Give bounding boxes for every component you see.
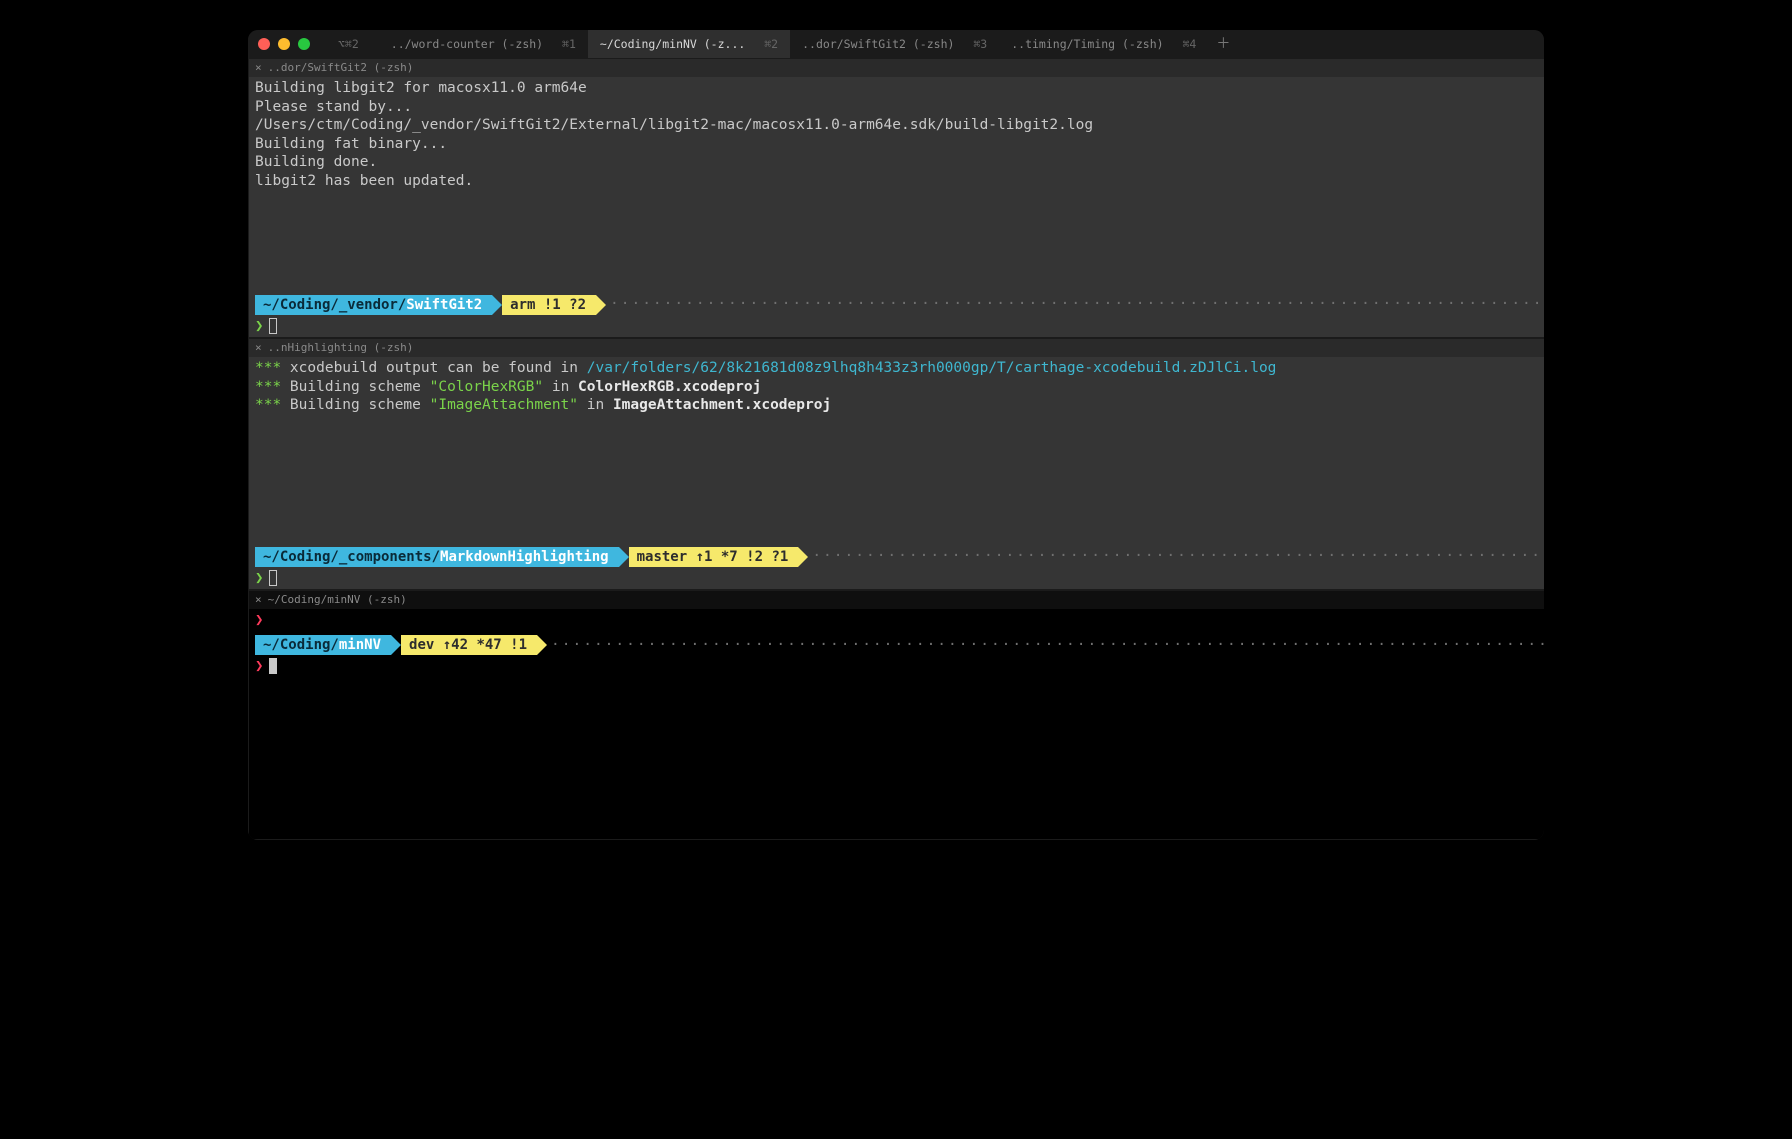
close-pane-icon[interactable]: × [255, 593, 262, 607]
prompt-filler: ········································… [596, 295, 1544, 314]
close-pane-icon[interactable]: × [255, 341, 262, 355]
prompt-path: ~/Coding/minNV [255, 635, 391, 655]
pane-title: ..dor/SwiftGit2 (-zsh) [268, 61, 414, 75]
prompt-input-line[interactable]: ❯ [249, 655, 1544, 677]
prompt-input-line[interactable]: ❯ [249, 567, 1544, 589]
prompt-arrow-icon: ❯ [255, 570, 269, 586]
prompt-filler: ········································… [798, 547, 1544, 566]
cursor-icon [269, 570, 277, 586]
prompt-row: ~/Coding/_components/MarkdownHighlightin… [249, 547, 1544, 567]
titlebar: ⌥⌘2 ../word-counter (-zsh) ⌘1 ~/Coding/m… [248, 30, 1544, 58]
terminal-output: *** xcodebuild output can be found in /v… [249, 357, 1544, 543]
tab-4[interactable]: ..timing/Timing (-zsh) ⌘4 [999, 30, 1208, 58]
pane-markdown-highlighting[interactable]: × ..nHighlighting (-zsh) ≡ *** xcodebuil… [248, 338, 1544, 590]
traffic-lights [258, 38, 310, 50]
pane-swiftgit2[interactable]: × ..dor/SwiftGit2 (-zsh) ≡ Building libg… [248, 58, 1544, 338]
cursor-icon [269, 318, 277, 334]
pane-header: × ..dor/SwiftGit2 (-zsh) ≡ [249, 59, 1544, 77]
prompt-branch: arm !1 ?2 [502, 295, 596, 315]
pane-grid: × ..dor/SwiftGit2 (-zsh) ≡ Building libg… [248, 58, 1544, 840]
terminal-window: ⌥⌘2 ../word-counter (-zsh) ⌘1 ~/Coding/m… [248, 30, 1544, 840]
prompt-arrow-icon: ❯ [255, 658, 269, 674]
pane-title: ~/Coding/minNV (-zsh) [268, 593, 407, 607]
window-shortcut-label: ⌥⌘2 [326, 30, 371, 58]
prompt-path: ~/Coding/_components/MarkdownHighlightin… [255, 547, 619, 567]
cursor-icon [269, 658, 277, 674]
prompt-arrow-icon: ❯ [255, 318, 269, 334]
new-tab-button[interactable]: ＋ [1208, 35, 1238, 53]
tab-3[interactable]: ..dor/SwiftGit2 (-zsh) ⌘3 [790, 30, 999, 58]
tab-1[interactable]: ../word-counter (-zsh) ⌘1 [379, 30, 588, 58]
prompt-branch: master ↑1 *7 !2 ?1 [629, 547, 799, 567]
prompt-branch: dev ↑42 *47 !1 [401, 635, 537, 655]
prompt-filler: ········································… [537, 636, 1544, 655]
close-pane-icon[interactable]: × [255, 61, 262, 75]
pane-header: × ..nHighlighting (-zsh) ≡ [249, 339, 1544, 357]
prompt-row: ~/Coding/_vendor/SwiftGit2 arm !1 ?2 ···… [249, 295, 1544, 315]
tab-bar: ../word-counter (-zsh) ⌘1 ~/Coding/minNV… [379, 30, 1239, 58]
pane-title: ..nHighlighting (-zsh) [268, 341, 414, 355]
terminal-output: Building libgit2 for macosx11.0 arm64e P… [249, 77, 1544, 291]
pane-minnv[interactable]: × ~/Coding/minNV (-zsh) ≡ ❯ ~/Coding/min… [248, 590, 1544, 840]
prompt-path: ~/Coding/_vendor/SwiftGit2 [255, 295, 492, 315]
prompt-arrow-icon: ❯ [255, 612, 269, 628]
close-window-button[interactable] [258, 38, 270, 50]
zoom-window-button[interactable] [298, 38, 310, 50]
prompt-input-line-fail: ❯ [249, 609, 1544, 631]
pane-header: × ~/Coding/minNV (-zsh) ≡ [249, 591, 1544, 609]
tab-2[interactable]: ~/Coding/minNV (-z... ⌘2 [588, 30, 790, 58]
minimize-window-button[interactable] [278, 38, 290, 50]
prompt-row: ~/Coding/minNV dev ↑42 *47 !1 ··········… [249, 635, 1544, 655]
prompt-input-line[interactable]: ❯ [249, 315, 1544, 337]
